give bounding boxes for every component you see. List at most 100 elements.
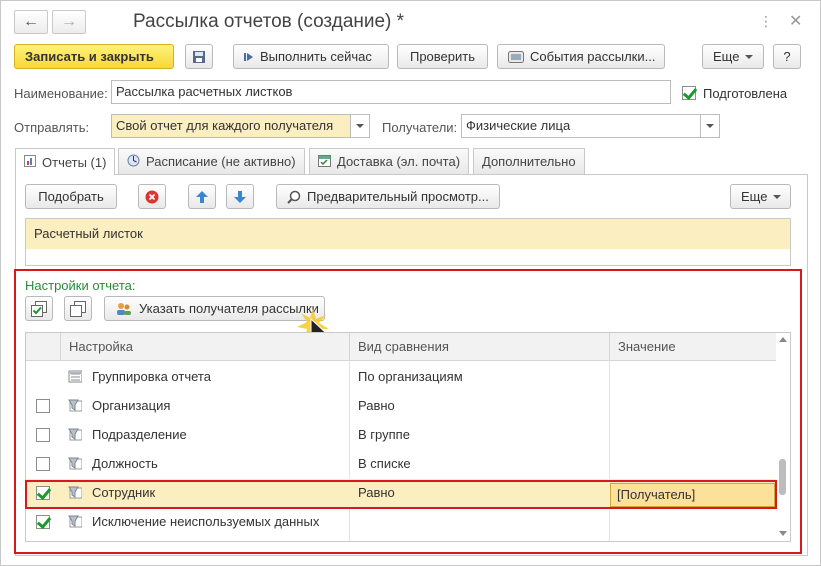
header-setting[interactable]: Настройка: [61, 333, 350, 361]
comparison-type[interactable]: [350, 508, 610, 537]
save-and-close-button[interactable]: Записать и закрыть: [14, 44, 174, 69]
table-row[interactable]: Группировка отчета По организациям: [26, 363, 778, 392]
chevron-down-icon: [773, 194, 782, 199]
comparison-type[interactable]: Равно: [350, 479, 610, 508]
setting-name: Должность: [92, 456, 158, 471]
setting-value[interactable]: [610, 450, 778, 479]
move-up-button[interactable]: [188, 184, 216, 209]
check-all-icon: [31, 300, 47, 317]
scroll-thumb[interactable]: [779, 459, 786, 495]
setting-name: Группировка отчета: [92, 369, 211, 384]
move-down-button[interactable]: [226, 184, 254, 209]
header-check-column: [26, 333, 61, 361]
filter-icon: [68, 428, 82, 441]
mailing-events-button[interactable]: События рассылки...: [497, 44, 665, 69]
preview-button[interactable]: Предварительный просмотр...: [276, 184, 500, 209]
floppy-icon: [193, 50, 205, 63]
prepared-label: Подготовлена: [703, 86, 788, 101]
filter-icon: [68, 399, 82, 412]
check-button[interactable]: Проверить: [397, 44, 488, 69]
chevron-down-icon: [745, 54, 754, 59]
setting-name: Исключение неиспользуемых данных: [92, 514, 320, 529]
tab-additional[interactable]: Дополнительно: [473, 148, 585, 174]
setting-value[interactable]: [610, 421, 778, 450]
arrow-left-icon: ←: [23, 13, 39, 30]
row-checkbox[interactable]: [36, 486, 50, 500]
name-field[interactable]: Рассылка расчетных листков: [111, 80, 671, 104]
check-all-button[interactable]: [25, 296, 53, 321]
more-menu-button[interactable]: Еще: [702, 44, 764, 69]
scroll-up-icon[interactable]: [779, 337, 787, 342]
filter-icon: [68, 457, 82, 470]
name-label: Наименование:: [14, 86, 108, 101]
forward-button[interactable]: →: [52, 10, 86, 34]
send-mode-dropdown[interactable]: [350, 114, 370, 138]
tab-delivery[interactable]: Доставка (эл. почта): [309, 148, 470, 174]
header-comparison[interactable]: Вид сравнения: [350, 333, 610, 361]
report-icon: [24, 154, 36, 170]
pick-button[interactable]: Подобрать: [25, 184, 117, 209]
row-checkbox[interactable]: [36, 399, 50, 413]
tab-reports-label: Отчеты (1): [42, 154, 107, 170]
grouping-icon: [68, 370, 82, 383]
chevron-down-icon: [356, 124, 364, 128]
table-row[interactable]: Подразделение В группе: [26, 421, 778, 450]
back-button[interactable]: ←: [14, 10, 48, 34]
recipients-dropdown[interactable]: [700, 114, 720, 138]
comparison-type[interactable]: В списке: [350, 450, 610, 479]
delete-button[interactable]: [138, 184, 166, 209]
users-icon: [115, 302, 133, 316]
recipients-select[interactable]: Физические лица: [461, 114, 701, 138]
reports-more-button[interactable]: Еще: [730, 184, 791, 209]
save-button[interactable]: [185, 44, 213, 69]
report-mailing-window: ← → Рассылка отчетов (создание) * ⋮ ✕ За…: [0, 0, 821, 566]
setting-value[interactable]: [610, 508, 778, 537]
tab-schedule[interactable]: Расписание (не активно): [118, 148, 305, 174]
arrow-up-icon: [196, 190, 208, 203]
clock-icon: [127, 154, 140, 170]
reports-list: Расчетный листок: [25, 218, 791, 266]
run-now-button[interactable]: Выполнить сейчас: [233, 44, 389, 69]
table-row[interactable]: Исключение неиспользуемых данных: [26, 508, 778, 537]
table-header: Настройка Вид сравнения Значение: [26, 333, 778, 361]
filter-icon: [68, 486, 82, 499]
row-checkbox[interactable]: [36, 457, 50, 471]
setting-value[interactable]: [610, 392, 778, 421]
recipient-value-field[interactable]: [Получатель]: [610, 483, 775, 507]
help-button[interactable]: ?: [773, 44, 801, 69]
setting-name: Подразделение: [92, 427, 187, 442]
reports-more-label: Еще: [741, 189, 768, 204]
row-checkbox[interactable]: [36, 428, 50, 442]
tab-reports[interactable]: Отчеты (1): [15, 148, 116, 175]
header-value[interactable]: Значение: [610, 333, 778, 361]
tab-schedule-label: Расписание (не активно): [146, 154, 296, 169]
table-row[interactable]: Должность В списке: [26, 450, 778, 479]
uncheck-all-button[interactable]: [64, 296, 92, 321]
send-mode-select[interactable]: Свой отчет для каждого получателя: [111, 114, 351, 138]
row-checkbox[interactable]: [36, 515, 50, 529]
report-settings-label: Настройки отчета:: [25, 278, 136, 293]
prepared-checkbox[interactable]: [682, 84, 696, 100]
specify-recipient-label: Указать получателя рассылки: [139, 301, 319, 316]
send-label: Отправлять:: [14, 120, 90, 135]
setting-value[interactable]: [610, 363, 778, 392]
specify-recipient-button[interactable]: Указать получателя рассылки: [104, 296, 325, 321]
comparison-type[interactable]: В группе: [350, 421, 610, 450]
table-row[interactable]: Организация Равно: [26, 392, 778, 421]
delete-icon: [145, 190, 159, 203]
table-scrollbar[interactable]: [776, 333, 790, 541]
window-title: Рассылка отчетов (создание) *: [133, 11, 405, 32]
list-item[interactable]: Расчетный листок: [26, 219, 790, 249]
magnifier-icon: [287, 190, 301, 204]
events-icon: [508, 50, 524, 63]
comparison-type[interactable]: Равно: [350, 392, 610, 421]
menu-dots-icon[interactable]: ⋮: [759, 13, 773, 30]
checkmark-icon: [682, 85, 696, 100]
close-icon[interactable]: ✕: [789, 11, 802, 31]
uncheck-all-icon: [70, 300, 86, 317]
more-label: Еще: [713, 49, 740, 64]
comparison-type[interactable]: По организациям: [350, 363, 610, 392]
arrow-down-icon: [234, 190, 246, 203]
scroll-down-icon[interactable]: [779, 531, 787, 536]
mailing-events-label: События рассылки...: [530, 49, 656, 64]
